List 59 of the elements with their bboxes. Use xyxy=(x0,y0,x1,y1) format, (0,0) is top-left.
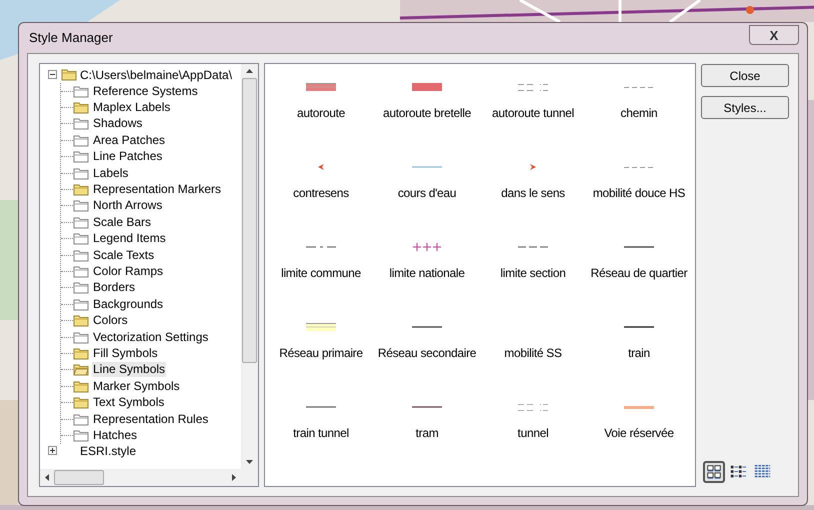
symbol-label[interactable]: train tunnel xyxy=(269,426,373,440)
tree-item[interactable]: Maplex Labels xyxy=(92,100,172,116)
tree-item[interactable]: Color Ramps xyxy=(92,264,164,279)
tree-item[interactable]: North Arrows xyxy=(92,198,164,214)
tree-item[interactable]: Representation Rules xyxy=(92,412,210,426)
symbol-label[interactable]: Voie réservée xyxy=(587,426,691,440)
symbol-label[interactable]: mobilité SS xyxy=(481,346,585,360)
scroll-down-icon[interactable] xyxy=(246,460,253,464)
dialog-button[interactable]: Styles... xyxy=(701,96,789,119)
tree-item[interactable]: Shadows xyxy=(92,116,144,132)
symbol-label[interactable]: autoroute tunnel xyxy=(481,106,585,120)
symbol-label[interactable]: limite section xyxy=(481,266,585,280)
scroll-up-icon[interactable] xyxy=(246,69,253,73)
symbol-label[interactable]: limite commune xyxy=(269,266,373,280)
symbol-label[interactable]: autoroute xyxy=(269,106,373,120)
tree-item[interactable]: Scale Texts xyxy=(92,248,156,263)
tree-item[interactable]: Hatches xyxy=(92,428,138,443)
expand-toggle[interactable] xyxy=(48,446,57,455)
symbol-label[interactable]: limite nationale xyxy=(375,266,479,280)
vertical-scrollbar[interactable] xyxy=(241,64,258,469)
symbol-label[interactable]: dans le sens xyxy=(481,186,585,200)
tree-item[interactable]: Line Patches xyxy=(92,149,164,164)
symbol-label[interactable]: train xyxy=(587,346,691,360)
folder-icon xyxy=(61,68,77,81)
window-title: Style Manager xyxy=(28,29,113,48)
tree-item[interactable]: Borders xyxy=(92,280,136,296)
tree-item[interactable]: Legend Items xyxy=(92,231,167,246)
tree-item[interactable]: C:\Users\belmaine\AppData\ xyxy=(80,66,232,84)
symbol-label[interactable]: mobilité douce HS xyxy=(587,186,691,200)
symbol-label[interactable]: Réseau primaire xyxy=(269,346,373,360)
tree-item[interactable]: Labels xyxy=(92,166,130,181)
dialog-button[interactable]: Close xyxy=(701,64,789,87)
symbol-label[interactable]: autoroute bretelle xyxy=(375,106,479,120)
symbol-label[interactable]: chemin xyxy=(587,106,691,120)
window-close-button[interactable]: X xyxy=(749,25,799,45)
symbol-label[interactable]: Réseau de quartier xyxy=(587,266,691,280)
tree-item[interactable]: ESRI.style xyxy=(80,444,136,459)
symbol-label[interactable]: Réseau secondaire xyxy=(375,346,479,360)
tree-item[interactable]: Representation Markers xyxy=(92,182,222,198)
symbol-label[interactable]: tunnel xyxy=(481,426,585,440)
scroll-left-icon[interactable] xyxy=(45,474,49,481)
tree-item[interactable]: Colors xyxy=(92,313,129,328)
collapse-toggle[interactable] xyxy=(48,70,57,79)
tree-item[interactable]: Backgrounds xyxy=(92,296,164,312)
tree-item[interactable]: Text Symbols xyxy=(92,395,166,410)
symbol-label[interactable]: cours d'eau xyxy=(375,186,479,200)
tree-item[interactable]: Area Patches xyxy=(92,132,166,148)
tree-item[interactable]: Marker Symbols xyxy=(92,378,181,394)
tree-item[interactable]: Fill Symbols xyxy=(92,346,159,361)
tree-item[interactable]: Line Symbols xyxy=(92,362,166,378)
tree-item[interactable]: Scale Bars xyxy=(92,214,152,230)
symbol-label[interactable]: tram xyxy=(375,426,479,440)
tree-item[interactable]: Vectorization Settings xyxy=(92,330,210,345)
symbol-label[interactable]: contresens xyxy=(269,186,373,200)
minus-icon xyxy=(50,74,55,75)
tree-item[interactable]: Reference Systems xyxy=(92,84,199,99)
scroll-right-icon[interactable] xyxy=(232,474,236,481)
view-button[interactable] xyxy=(703,461,725,483)
horizontal-scrollbar[interactable] xyxy=(40,469,258,486)
